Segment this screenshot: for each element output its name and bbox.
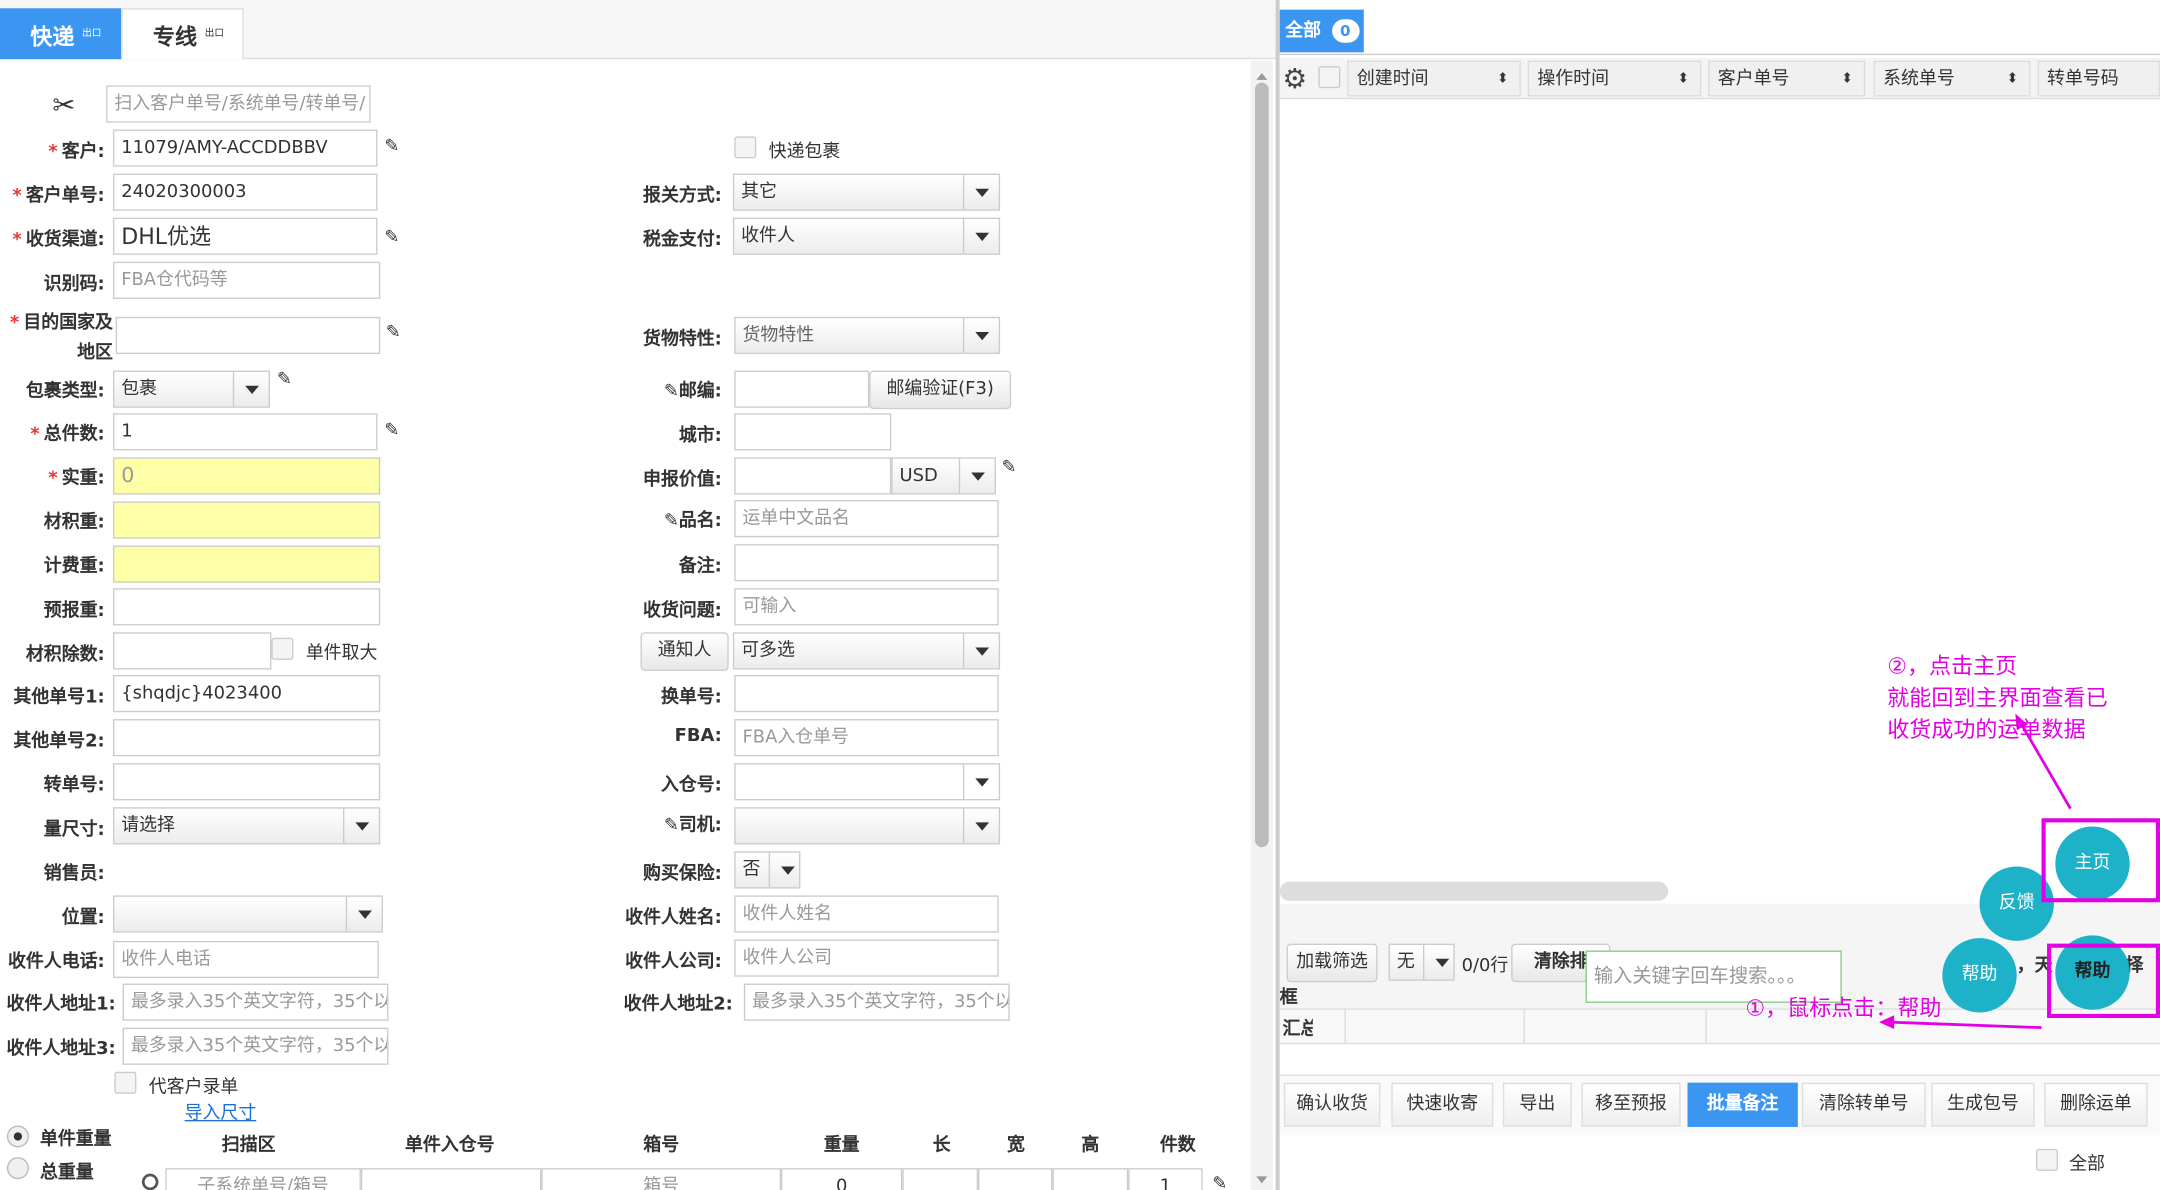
arrow-to-step2-text bbox=[2019, 722, 2072, 810]
arrow-to-step1-text bbox=[1889, 1020, 2042, 1030]
annotation-arrows bbox=[1878, 713, 2072, 1030]
arrow-head-step2 bbox=[2015, 713, 2028, 731]
arrow-head-step1 bbox=[1878, 1015, 1895, 1030]
